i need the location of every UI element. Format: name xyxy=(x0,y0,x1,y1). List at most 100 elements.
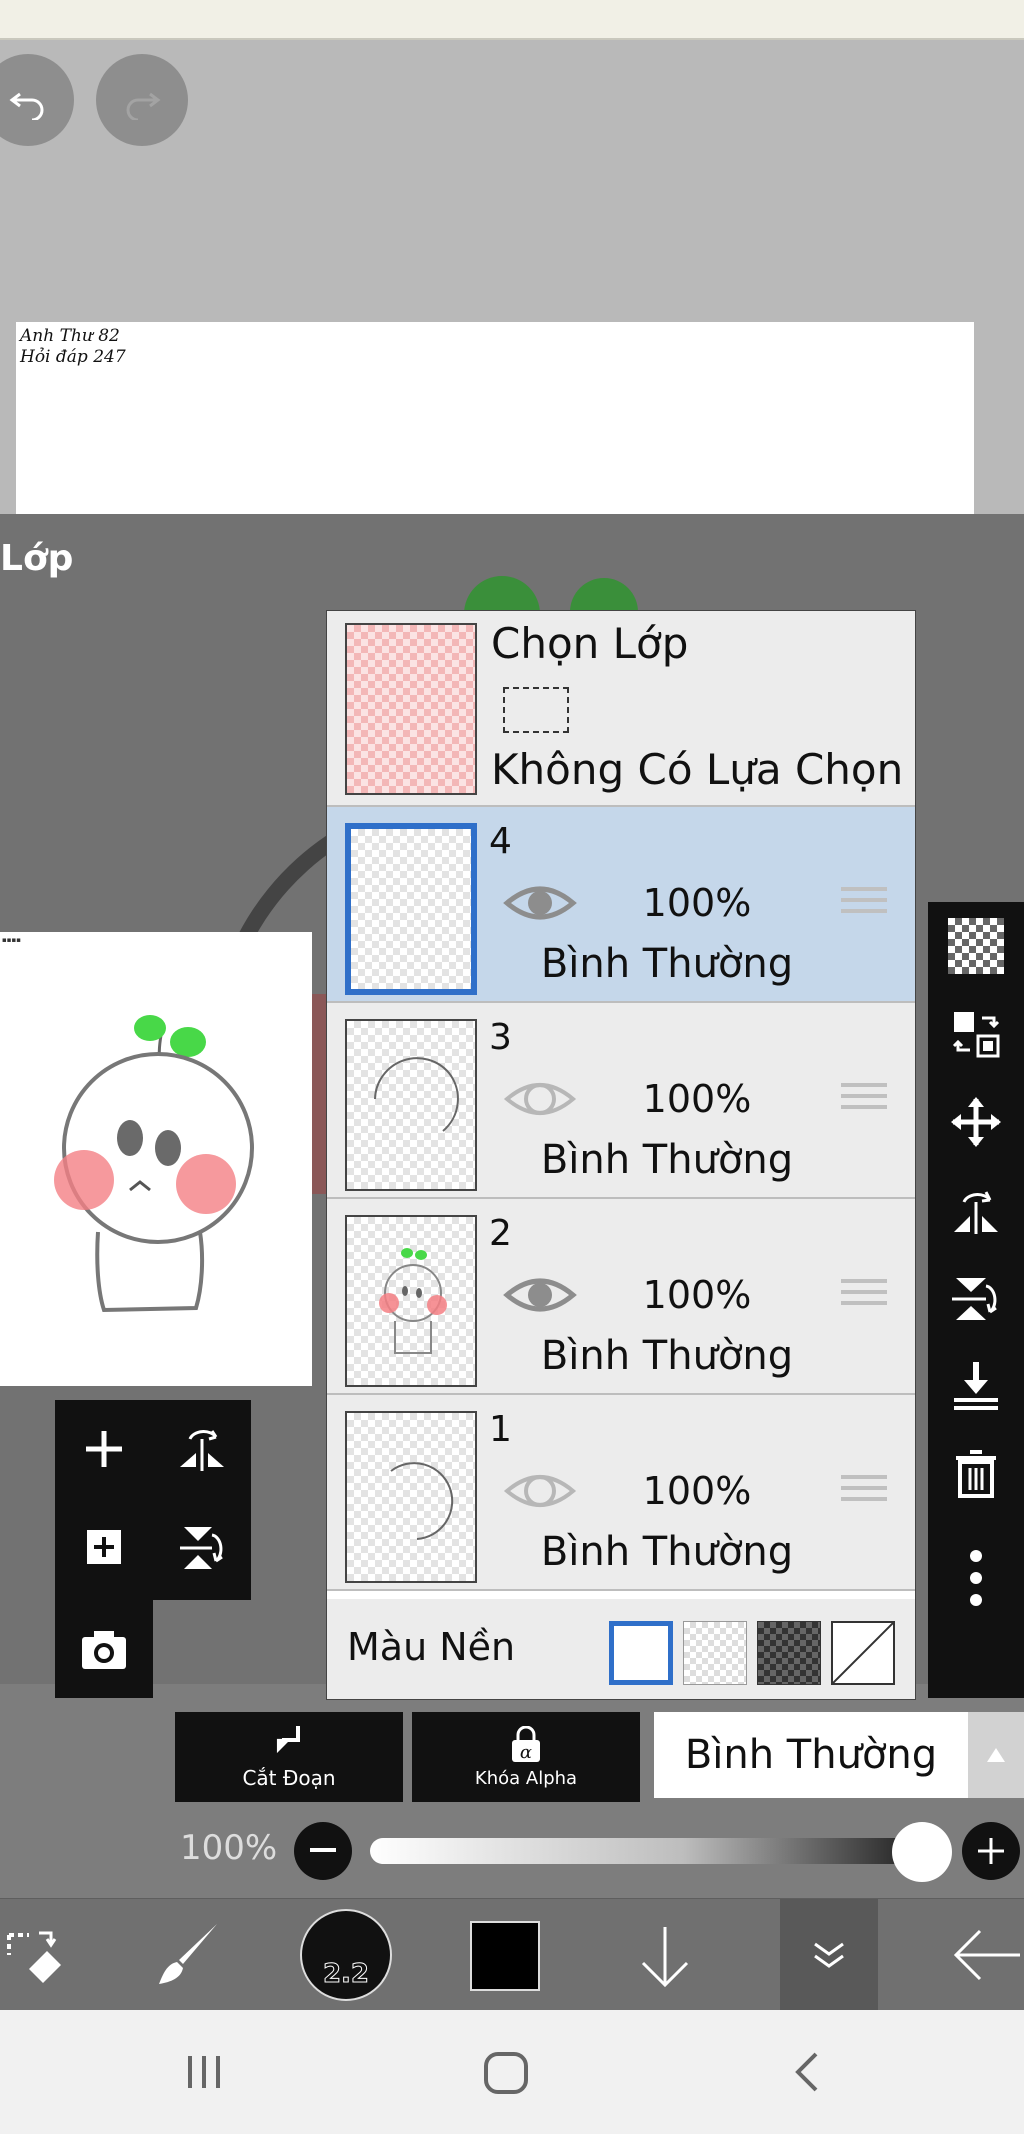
selection-layer-row[interactable]: Chọn Lớp Không Có Lựa Chọn xyxy=(327,611,915,807)
layer-panel-title: Lớp xyxy=(0,538,74,579)
svg-text:α: α xyxy=(520,1742,532,1763)
recent-apps-icon xyxy=(188,2056,220,2088)
alpha-lock-button[interactable]: α Khóa Alpha xyxy=(412,1712,640,1802)
opacity-slider-track[interactable] xyxy=(370,1838,940,1864)
swap-layers-button[interactable] xyxy=(928,990,1024,1078)
flip-vertical-icon xyxy=(952,1278,997,1320)
chibi-drawing xyxy=(54,1015,254,1313)
blend-mode-dropdown-button[interactable] xyxy=(968,1712,1024,1798)
brush-icon xyxy=(159,1924,217,1984)
handwriting-line-1: Anh Thư 82 xyxy=(20,326,120,346)
left-tool-palette-bottom xyxy=(55,1600,153,1698)
layers-panel-button[interactable] xyxy=(780,1899,878,2011)
layer-row-2[interactable]: 2 100% Bình Thường xyxy=(327,1199,915,1395)
flip-horizontal-icon xyxy=(180,1430,224,1471)
arrow-down-icon xyxy=(641,1927,689,1988)
color-swatch-button[interactable] xyxy=(470,1921,540,1991)
brush-tool-button[interactable] xyxy=(150,1917,226,1993)
delete-layer-button[interactable] xyxy=(928,1430,1024,1518)
layer-thumbnail xyxy=(345,1019,477,1191)
background-dark-swatch[interactable] xyxy=(757,1621,821,1685)
layer-number: 2 xyxy=(489,1213,512,1254)
opacity-value-label: 100% xyxy=(180,1828,278,1868)
drag-handle-icon[interactable] xyxy=(841,887,887,920)
layer-list-panel: Chọn Lớp Không Có Lựa Chọn 4 100% Bình T… xyxy=(326,610,916,1700)
redo-icon xyxy=(126,92,161,120)
flip-horizontal-icon xyxy=(954,1191,998,1234)
plus-icon xyxy=(86,1431,122,1467)
layer-opacity: 100% xyxy=(642,881,752,925)
left-tool-palette xyxy=(55,1400,251,1600)
preview-signature: ▪▪▪▪ xyxy=(2,936,21,944)
handwriting-line-2: Hỏi đáp 247 xyxy=(20,347,126,367)
home-button[interactable] xyxy=(482,2050,530,2100)
plus-icon xyxy=(978,1838,1004,1864)
brush-size-button[interactable]: 2.2 xyxy=(300,1909,392,2001)
layer-down-button[interactable] xyxy=(630,1919,700,1995)
layer-thumbnail xyxy=(345,823,477,995)
add-layer-button[interactable] xyxy=(55,1400,153,1498)
layer-number: 3 xyxy=(489,1017,512,1058)
arrow-left-icon xyxy=(953,1929,1020,1981)
eye-icon[interactable] xyxy=(503,1467,577,1515)
layer-blend-mode: Bình Thường xyxy=(540,1137,794,1183)
layer-thumbnail xyxy=(345,1411,477,1583)
opacity-slider-knob[interactable] xyxy=(892,1822,952,1882)
clipping-arrow-icon xyxy=(276,1726,300,1754)
camera-import-button[interactable] xyxy=(55,1600,153,1698)
layer-opacity: 100% xyxy=(642,1469,752,1513)
blend-mode-select[interactable]: Bình Thường xyxy=(654,1712,968,1798)
selection-title: Chọn Lớp xyxy=(491,619,689,668)
eye-icon[interactable] xyxy=(503,879,577,927)
back-arrow-button[interactable] xyxy=(950,1919,1024,1991)
alpha-lock-label: Khóa Alpha xyxy=(474,1767,578,1789)
clipping-button[interactable]: Cắt Đoạn xyxy=(175,1712,403,1802)
layer-blend-mode: Bình Thường xyxy=(540,1529,794,1575)
camera-icon xyxy=(82,1631,126,1669)
layer-blend-mode: Bình Thường xyxy=(540,1333,794,1379)
drag-handle-icon[interactable] xyxy=(841,1279,887,1312)
brush-size-value: 2.2 xyxy=(322,1959,370,1990)
opacity-increase-button[interactable] xyxy=(962,1822,1020,1880)
flip-vertical-layer-button[interactable] xyxy=(928,1254,1024,1342)
eye-icon[interactable] xyxy=(503,1271,577,1319)
redo-button[interactable] xyxy=(96,54,188,146)
recent-apps-button[interactable] xyxy=(182,2050,226,2098)
back-button[interactable] xyxy=(790,2050,822,2098)
selection-thumbnail xyxy=(345,623,477,795)
drag-handle-icon[interactable] xyxy=(841,1083,887,1116)
opacity-decrease-button[interactable] xyxy=(294,1822,352,1880)
background-transparent-swatch[interactable] xyxy=(683,1621,747,1685)
layer-blend-mode: Bình Thường xyxy=(540,941,794,987)
add-layer-copy-button[interactable] xyxy=(55,1498,153,1596)
transform-eraser-icon xyxy=(7,1931,61,1983)
flip-vertical-button[interactable] xyxy=(153,1498,251,1596)
back-chevron-icon xyxy=(795,2052,818,2092)
drag-handle-icon[interactable] xyxy=(841,1475,887,1508)
undo-icon xyxy=(9,92,44,120)
drawing-canvas[interactable] xyxy=(16,322,974,514)
background-none-swatch[interactable] xyxy=(831,1621,895,1685)
merge-down-icon xyxy=(954,1362,998,1410)
background-white-swatch[interactable] xyxy=(609,1621,673,1685)
eye-icon[interactable] xyxy=(503,1075,577,1123)
merge-down-button[interactable] xyxy=(928,1342,1024,1430)
flip-horizontal-button[interactable] xyxy=(153,1400,251,1498)
layer-row-3[interactable]: 3 100% Bình Thường xyxy=(327,1003,915,1199)
more-options-button[interactable] xyxy=(928,1518,1024,1638)
transform-tool-button[interactable] xyxy=(0,1919,70,1991)
home-icon xyxy=(484,2052,528,2094)
system-navigation-bar xyxy=(0,2010,1024,2134)
layer-row-4[interactable]: 4 100% Bình Thường xyxy=(327,807,915,1003)
layer-row-1[interactable]: 1 100% Bình Thường xyxy=(327,1395,915,1591)
flip-horizontal-layer-button[interactable] xyxy=(928,1166,1024,1254)
lock-icon: α xyxy=(512,1725,540,1763)
checkerboard-icon xyxy=(948,918,1004,974)
chevrons-down-icon xyxy=(814,1942,844,1968)
flip-vertical-icon xyxy=(180,1527,223,1569)
transparent-layer-button[interactable] xyxy=(928,902,1024,990)
swap-layers-icon xyxy=(952,1012,1000,1058)
layer-opacity: 100% xyxy=(642,1077,752,1121)
move-layer-button[interactable] xyxy=(928,1078,1024,1166)
clipping-label: Cắt Đoạn xyxy=(242,1766,336,1790)
